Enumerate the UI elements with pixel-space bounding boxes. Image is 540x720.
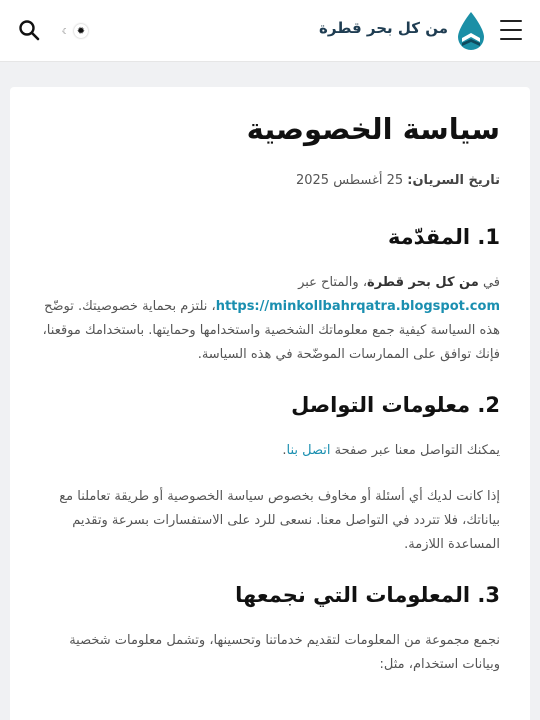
contact-text-prefix: يمكنك التواصل معنا عبر صفحة [334, 443, 500, 458]
sun-icon: ✹ [74, 24, 88, 38]
intro-site-name: من كل بحر قطرة [367, 275, 479, 290]
menu-icon[interactable] [500, 20, 522, 40]
page-title: سياسة الخصوصية [246, 112, 500, 146]
effective-date-label: تاريخ السريان: [407, 173, 500, 188]
section-heading-intro: 1. المقدّمة [387, 225, 500, 249]
contact-paragraph: يمكنك التواصل معنا عبر صفحة اتصل بنا. [40, 439, 500, 463]
search-icon[interactable] [18, 19, 40, 41]
collected-info-paragraph: نجمع مجموعة من المعلومات لتقديم خدماتنا … [69, 633, 500, 672]
section-heading-contact: 2. معلومات التواصل [291, 393, 500, 417]
contact-questions-paragraph: إذا كانت لديك أي أسئلة أو مخاوف بخصوص سي… [59, 489, 500, 552]
intro-text-mid: ، والمتاح عبر [298, 275, 368, 290]
section-heading-collected-info: 3. المعلومات التي نجمعها [235, 583, 500, 607]
site-name[interactable]: من كل بحر قطرة [319, 19, 448, 37]
contact-us-link[interactable]: اتصل بنا [286, 443, 330, 458]
effective-date: تاريخ السريان: 25 أغسطس 2025 [40, 171, 500, 191]
site-logo[interactable] [454, 10, 488, 52]
article-card: سياسة الخصوصية تاريخ السريان: 25 أغسطس 2… [10, 87, 530, 720]
theme-toggle[interactable]: ☾ ✹ [58, 22, 92, 40]
intro-text-prefix: في [482, 275, 500, 290]
intro-paragraph: في من كل بحر قطرة، والمتاح عبر https://m… [40, 271, 500, 367]
effective-date-value: 25 أغسطس 2025 [295, 173, 404, 188]
moon-icon: ☾ [62, 26, 70, 36]
site-url-link[interactable]: https://minkollbahrqatra.blogspot.com [216, 299, 500, 314]
site-header: من كل بحر قطرة ☾ ✹ [0, 0, 540, 62]
